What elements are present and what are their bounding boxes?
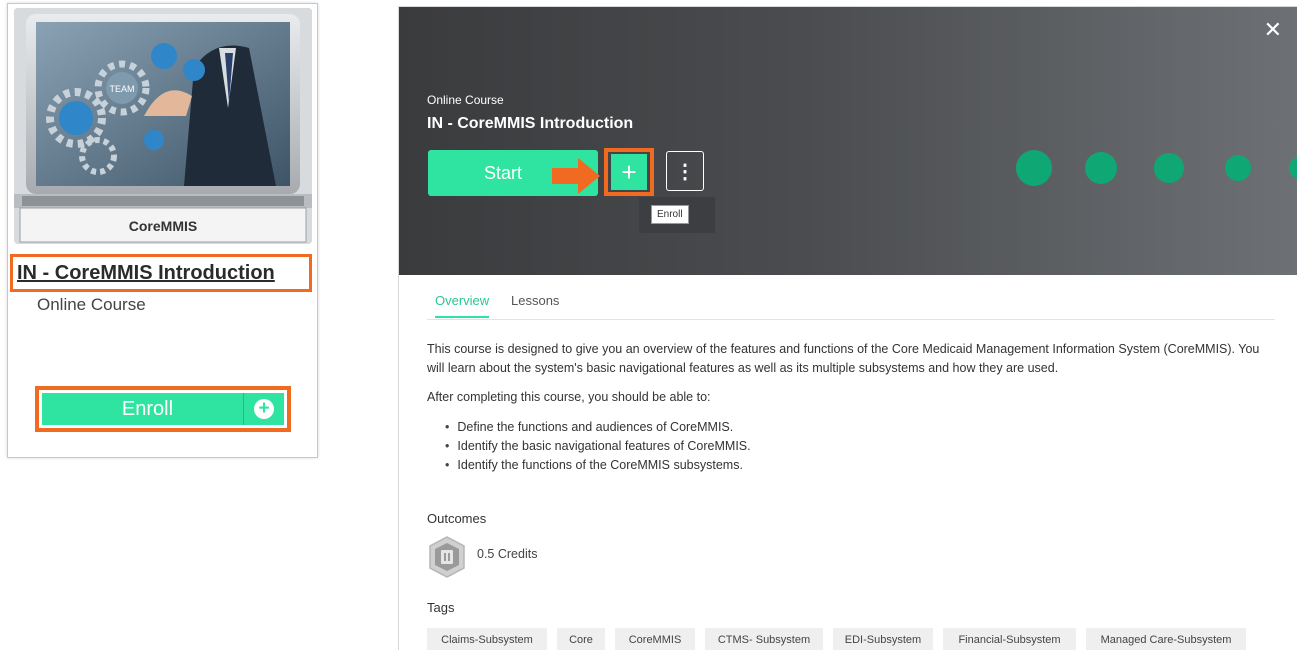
tag-chip[interactable]: Core xyxy=(557,628,605,650)
outcomes-heading: Outcomes xyxy=(427,511,487,526)
credits-value: 0.5 Credits xyxy=(477,547,538,561)
course-card[interactable]: TEAM CoreMMIS IN - CoreMMIS Introduction… xyxy=(7,3,318,458)
decor-dot-1 xyxy=(1016,150,1052,186)
tab-overview[interactable]: Overview xyxy=(435,293,490,318)
enroll-tooltip: Enroll xyxy=(651,205,689,224)
start-button-label: Start xyxy=(483,162,522,183)
laptop-illustration: TEAM CoreMMIS xyxy=(14,8,312,244)
tag-chip[interactable]: CTMS- Subsystem xyxy=(705,628,823,650)
decor-dot-4 xyxy=(1225,155,1251,181)
close-icon[interactable]: ✕ xyxy=(1264,17,1282,43)
enroll-button[interactable]: Enroll + xyxy=(42,393,284,425)
tag-chip[interactable]: Managed Care-Subsystem xyxy=(1086,628,1246,650)
add-enroll-button[interactable]: + xyxy=(611,154,647,190)
tag-chip[interactable]: CoreMMIS xyxy=(615,628,695,650)
decor-dot-3 xyxy=(1154,153,1184,183)
orange-arrow-icon xyxy=(552,158,600,194)
thumb-banner-label: CoreMMIS xyxy=(129,218,197,234)
list-item: Identify the functions of the CoreMMIS s… xyxy=(445,456,751,475)
hero-course-type: Online Course xyxy=(427,93,504,107)
plus-circle-icon: + xyxy=(254,399,274,419)
decor-dot-2 xyxy=(1085,152,1117,184)
plus-icon: + xyxy=(621,157,637,187)
card-course-type: Online Course xyxy=(37,295,146,314)
course-detail-panel: ✕ Online Course IN - CoreMMIS Introducti… xyxy=(398,6,1297,650)
tag-chip[interactable]: Financial-Subsystem xyxy=(943,628,1076,650)
course-tabs: Overview Lessons xyxy=(427,293,1275,320)
objectives-intro: After completing this course, you should… xyxy=(427,390,711,404)
tags-heading: Tags xyxy=(427,600,455,615)
kebab-menu-icon: ⋮ xyxy=(675,160,695,183)
course-description: This course is designed to give you an o… xyxy=(427,342,1260,375)
tag-chip[interactable]: EDI-Subsystem xyxy=(833,628,933,650)
list-item: Define the functions and audiences of Co… xyxy=(445,418,751,437)
hero-course-title: IN - CoreMMIS Introduction xyxy=(427,115,634,132)
course-thumbnail[interactable]: TEAM CoreMMIS xyxy=(14,8,312,244)
decor-dot-5 xyxy=(1289,157,1297,179)
card-title-highlight: IN - CoreMMIS Introduction xyxy=(10,254,312,292)
tab-lessons[interactable]: Lessons xyxy=(511,293,559,316)
list-item: Identify the basic navigational features… xyxy=(445,437,750,456)
thumb-logo-text: TEAM xyxy=(109,84,134,94)
tag-chip[interactable]: Claims-Subsystem xyxy=(427,628,547,650)
card-title-link[interactable]: IN - CoreMMIS Introduction xyxy=(17,262,275,285)
credit-hexagon-icon xyxy=(429,536,465,578)
objectives-list: Define the functions and audiences of Co… xyxy=(445,418,751,475)
plus-highlight: + xyxy=(604,148,654,196)
enroll-button-label: Enroll xyxy=(121,397,174,420)
course-hero: ✕ Online Course IN - CoreMMIS Introducti… xyxy=(399,7,1297,275)
enroll-highlight: Enroll + xyxy=(35,386,291,432)
enroll-plus: + xyxy=(244,399,284,419)
more-options-button[interactable]: ⋮ xyxy=(666,151,704,191)
